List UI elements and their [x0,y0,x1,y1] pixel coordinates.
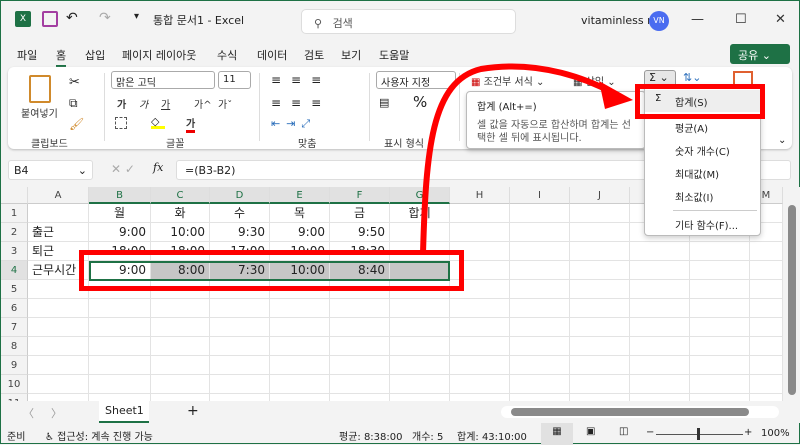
arrow-head [599,81,633,109]
annotation-arrow [420,63,633,254]
arrow-line [420,63,615,254]
